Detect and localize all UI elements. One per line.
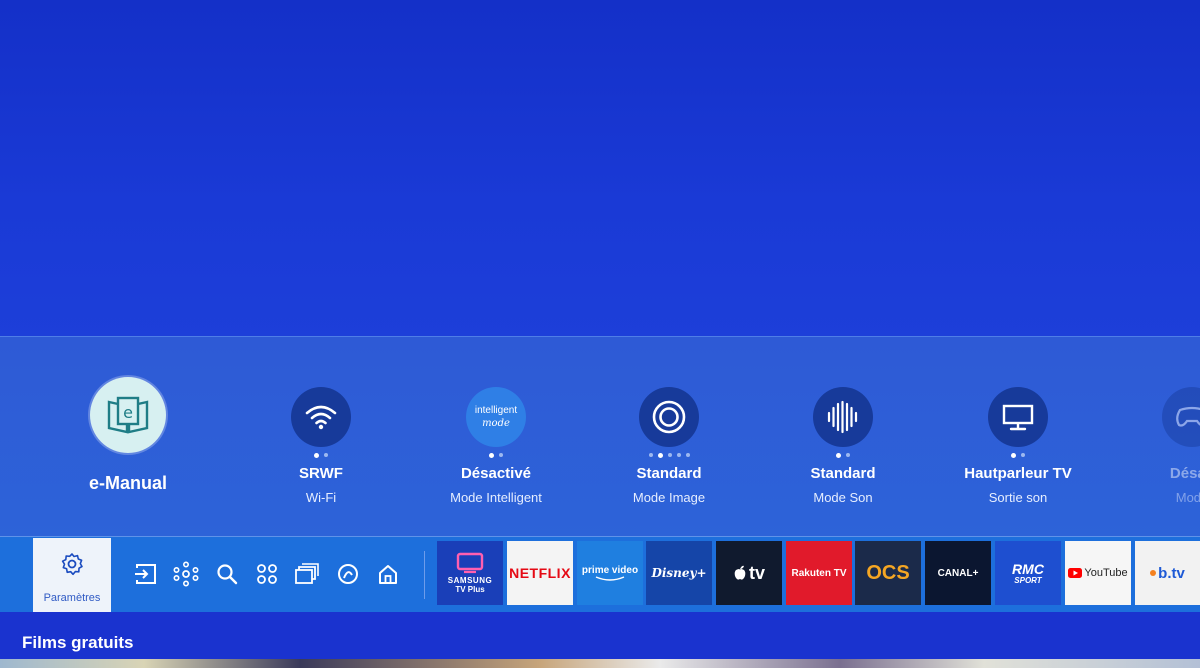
- apple-icon: [734, 565, 746, 580]
- sound-mode-value: Standard: [810, 465, 876, 482]
- page-dots: [241, 452, 401, 458]
- app-ocs[interactable]: OCS: [855, 541, 921, 605]
- app-b-tv[interactable]: b.tv: [1135, 541, 1200, 605]
- game-mode-label: Mode: [1175, 490, 1200, 505]
- wifi-network-name: SRWF: [299, 465, 343, 482]
- emanual-label: e-Manual: [88, 473, 167, 493]
- app-label: SAMSUNG: [447, 576, 493, 585]
- connected-devices-icon[interactable]: [173, 561, 199, 587]
- search-icon[interactable]: [214, 561, 240, 587]
- app-label: Rakuten TV: [791, 567, 847, 579]
- apps-icon[interactable]: [254, 561, 280, 587]
- app-sublabel: TV Plus: [455, 585, 485, 594]
- app-label: CANAL+: [937, 567, 979, 579]
- svg-text:e: e: [123, 403, 133, 422]
- book-e-icon: e: [107, 396, 149, 434]
- app-label: Disney+: [651, 566, 707, 580]
- app-label: RMC: [1012, 560, 1044, 577]
- app-youtube[interactable]: YouTube: [1065, 541, 1131, 605]
- gear-icon: [61, 553, 83, 576]
- picture-mode-value: Standard: [636, 465, 702, 482]
- emanual-button[interactable]: e: [90, 377, 166, 453]
- app-disney-plus[interactable]: Disney+: [646, 541, 712, 605]
- tv-plus-icon: [456, 552, 484, 574]
- intelligent-mode-icon: intelligent mode: [466, 387, 526, 447]
- app-apple-tv[interactable]: tv: [716, 541, 782, 605]
- app-label: NETFLIX: [509, 565, 571, 581]
- sound-output-value: Hautparleur TV: [964, 465, 1072, 482]
- source-icon[interactable]: [133, 561, 159, 587]
- movie-thumbnails-row[interactable]: [0, 659, 1200, 668]
- gaming-hub-icon[interactable]: [335, 561, 361, 587]
- app-netflix[interactable]: NETFLIX: [507, 541, 573, 605]
- settings-button[interactable]: Paramètres: [33, 538, 111, 612]
- app-label: YouTube: [1084, 567, 1128, 579]
- wifi-label: Wi-Fi: [305, 490, 337, 505]
- b-tv-dot-icon: [1150, 570, 1157, 576]
- home-bar: Paramètres SAMSUNG TV Plus NETFLIX prime…: [0, 536, 1200, 612]
- game-mode-icon: [1162, 387, 1200, 447]
- tv-speaker-icon: [988, 387, 1048, 447]
- app-samsung-tv-plus[interactable]: SAMSUNG TV Plus: [437, 541, 503, 605]
- home-icon[interactable]: [375, 561, 401, 587]
- intelligent-mode-icon-text: intelligent: [474, 405, 518, 416]
- picture-mode-label: Mode Image: [632, 490, 706, 505]
- section-title: Films gratuits: [22, 633, 134, 652]
- app-label: b.tv: [1158, 564, 1185, 582]
- app-prime-video[interactable]: prime video: [577, 541, 643, 605]
- picture-mode-icon: [639, 387, 699, 447]
- smile-arrow-icon: [595, 575, 625, 581]
- sound-mode-icon: [813, 387, 873, 447]
- tv-screen-background: [0, 0, 1200, 340]
- app-label: prime video: [581, 564, 639, 576]
- intelligent-mode-label: Mode Intelligent: [450, 490, 542, 505]
- app-canal-plus[interactable]: CANAL+: [925, 541, 991, 605]
- game-mode-value: Désac: [1169, 465, 1200, 482]
- ambient-icon[interactable]: [294, 561, 320, 587]
- youtube-play-icon: [1068, 568, 1083, 578]
- bar-divider: [424, 551, 425, 599]
- app-rakuten-tv[interactable]: Rakuten TV: [786, 541, 852, 605]
- page-dots: [763, 452, 923, 458]
- sound-output-label: Sortie son: [988, 490, 1048, 505]
- quick-settings-panel: e e-Manual SRWF Wi-Fi intelligent mode D…: [0, 336, 1200, 536]
- sound-mode-label: Mode Son: [813, 490, 873, 505]
- app-rmc-sport[interactable]: RMC SPORT: [995, 541, 1061, 605]
- page-dots: [589, 452, 749, 458]
- app-label: tv: [748, 562, 765, 583]
- app-label: OCS: [866, 561, 910, 584]
- intelligent-mode-icon-subtext: mode: [482, 418, 510, 429]
- intelligent-mode-status: Désactivé: [460, 465, 532, 482]
- app-sublabel: SPORT: [1014, 575, 1042, 585]
- page-dots: [416, 452, 576, 458]
- page-dots: [938, 452, 1098, 458]
- wifi-icon: [291, 387, 351, 447]
- settings-label: Paramètres: [43, 592, 101, 604]
